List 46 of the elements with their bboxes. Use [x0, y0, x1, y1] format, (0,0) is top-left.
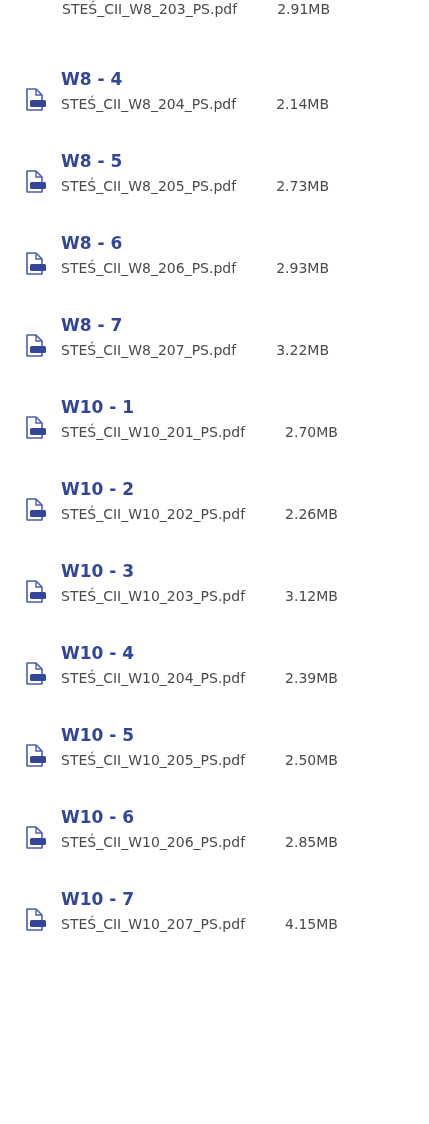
file-name: STEŚ_CII_W10_202_PS.pdf: [61, 504, 246, 524]
pdf-file-icon: [25, 87, 47, 112]
file-size: 2.85MB: [285, 833, 338, 852]
file-name: STEŚ_CII_W10_203_PS.pdf: [61, 586, 246, 606]
pdf-file-icon: [25, 661, 47, 686]
file-name: STEŚ_CII_W10_206_PS.pdf: [61, 832, 246, 852]
file-link[interactable]: W10 - 3: [61, 560, 135, 582]
file-size: 2.39MB: [285, 669, 338, 688]
file-size: 4.15MB: [285, 915, 338, 934]
pdf-file-icon: [25, 251, 47, 276]
file-name: STEŚ_CII_W10_204_PS.pdf: [61, 668, 246, 688]
file-link[interactable]: W10 - 7: [61, 888, 135, 910]
file-size: 3.12MB: [285, 587, 338, 606]
file-name: STEŚ_CII_W8_204_PS.pdf: [61, 94, 237, 114]
file-link[interactable]: W8 - 6: [61, 232, 123, 254]
file-link[interactable]: W8 - 4: [61, 68, 123, 90]
file-name: STEŚ_CII_W10_207_PS.pdf: [61, 914, 246, 934]
file-size: 3.22MB: [276, 341, 330, 360]
file-name: STEŚ_CII_W8_207_PS.pdf: [61, 340, 237, 360]
file-name: STEŚ_CII_W10_201_PS.pdf: [61, 422, 246, 442]
pdf-file-icon: [25, 333, 47, 358]
file-link[interactable]: W10 - 1: [61, 396, 135, 418]
file-link[interactable]: W10 - 4: [61, 642, 135, 664]
file-size: 2.91MB: [277, 0, 331, 19]
file-link[interactable]: W8 - 5: [61, 150, 123, 172]
file-link[interactable]: W10 - 2: [61, 478, 135, 500]
pdf-file-icon: [25, 169, 47, 194]
pdf-file-icon: [25, 825, 47, 850]
file-name: STEŚ_CII_W10_205_PS.pdf: [61, 750, 246, 770]
file-size: 2.70MB: [285, 423, 338, 442]
pdf-file-icon: [25, 743, 47, 768]
file-name: STEŚ_CII_W8_205_PS.pdf: [61, 176, 237, 196]
pdf-file-icon: [25, 907, 47, 932]
file-size: 2.93MB: [276, 259, 330, 278]
file-link[interactable]: W8 - 7: [61, 314, 123, 336]
pdf-file-icon: [25, 579, 47, 604]
file-size: 2.26MB: [285, 505, 338, 524]
file-name: STEŚ_CII_W8_203_PS.pdf: [62, 0, 238, 19]
file-link[interactable]: W10 - 5: [61, 724, 135, 746]
file-name: STEŚ_CII_W8_206_PS.pdf: [61, 258, 237, 278]
file-size: 2.50MB: [285, 751, 338, 770]
file-size: 2.14MB: [276, 95, 330, 114]
pdf-file-icon: [25, 497, 47, 522]
file-size: 2.73MB: [276, 177, 330, 196]
pdf-file-icon: [25, 415, 47, 440]
file-link[interactable]: W10 - 6: [61, 806, 135, 828]
